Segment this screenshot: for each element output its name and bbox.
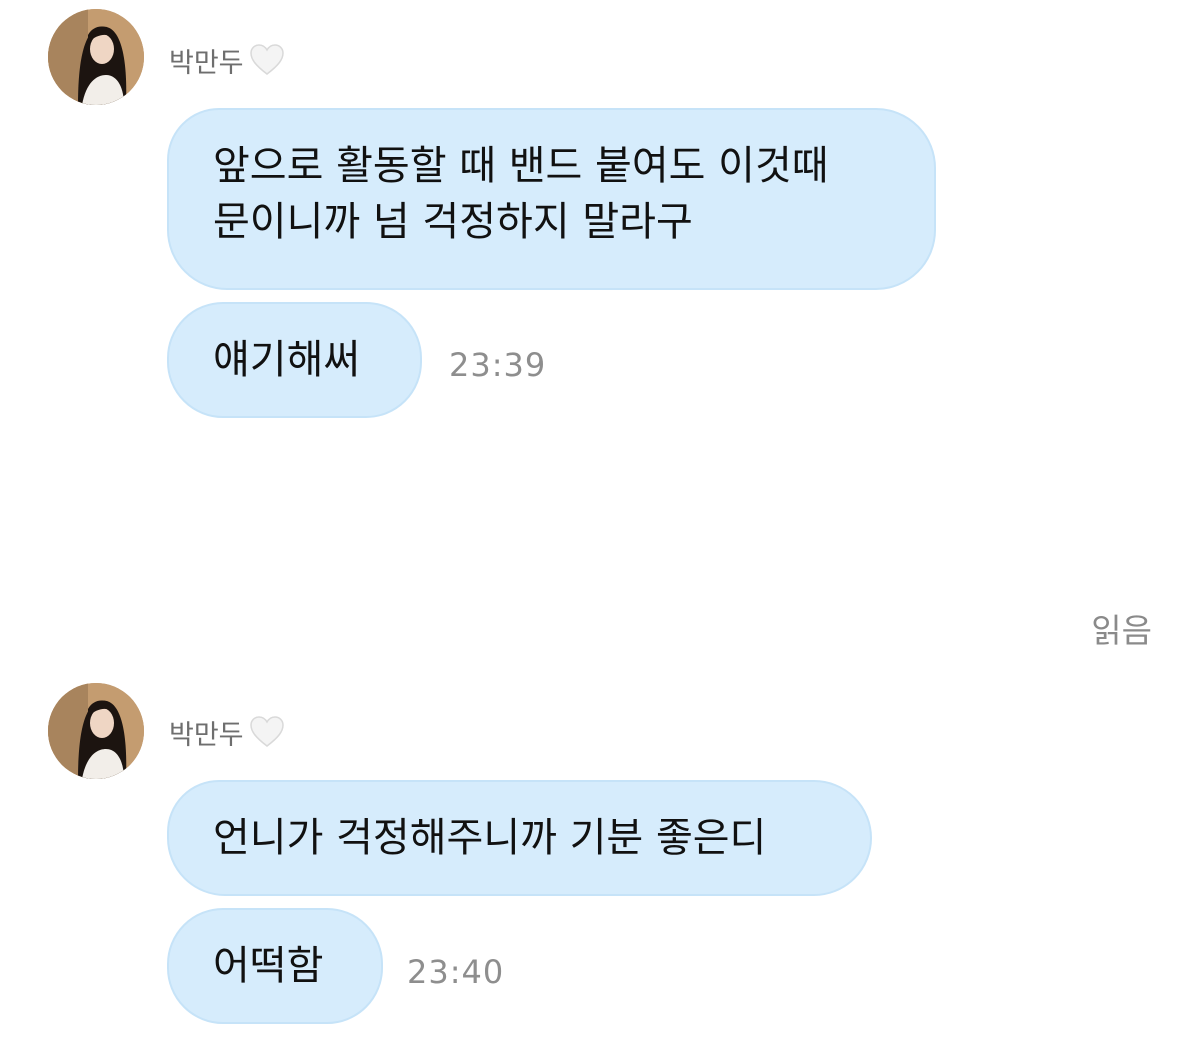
white-heart-icon <box>249 44 284 75</box>
message-timestamp: 23:40 <box>407 953 505 991</box>
sender-avatar[interactable] <box>48 683 144 779</box>
avatar-photo <box>48 683 144 779</box>
sender-name: 박만두 <box>169 47 244 79</box>
message-text-line: 언니가 걱정해주니까 기분 좋은디 <box>213 815 767 861</box>
sender-avatar[interactable] <box>48 9 144 105</box>
message-bubble[interactable]: 얘기해써 <box>167 302 422 418</box>
message-text-line: 어떡함 <box>213 943 324 989</box>
avatar-photo <box>48 9 144 105</box>
message-bubble[interactable]: 어떡함 <box>167 908 383 1024</box>
chat-view: 박만두 앞으로 활동할 때 밴드 붙여도 이것때 문이니까 넘 걱정하지 말라구… <box>0 0 1200 1061</box>
sender-header: 박만두 <box>169 712 287 752</box>
sender-name: 박만두 <box>169 719 244 751</box>
message-bubble[interactable]: 앞으로 활동할 때 밴드 붙여도 이것때 문이니까 넘 걱정하지 말라구 <box>167 108 936 290</box>
read-status: 읽음 <box>1091 611 1152 650</box>
sender-header: 박만두 <box>169 40 287 80</box>
white-heart-icon <box>249 716 284 747</box>
message-bubble[interactable]: 언니가 걱정해주니까 기분 좋은디 <box>167 780 872 896</box>
message-timestamp: 23:39 <box>449 346 547 384</box>
message-text-line: 문이니까 넘 걱정하지 말라구 <box>213 199 693 245</box>
message-text-line: 얘기해써 <box>213 337 361 383</box>
message-text-line: 앞으로 활동할 때 밴드 붙여도 이것때 <box>213 143 829 189</box>
